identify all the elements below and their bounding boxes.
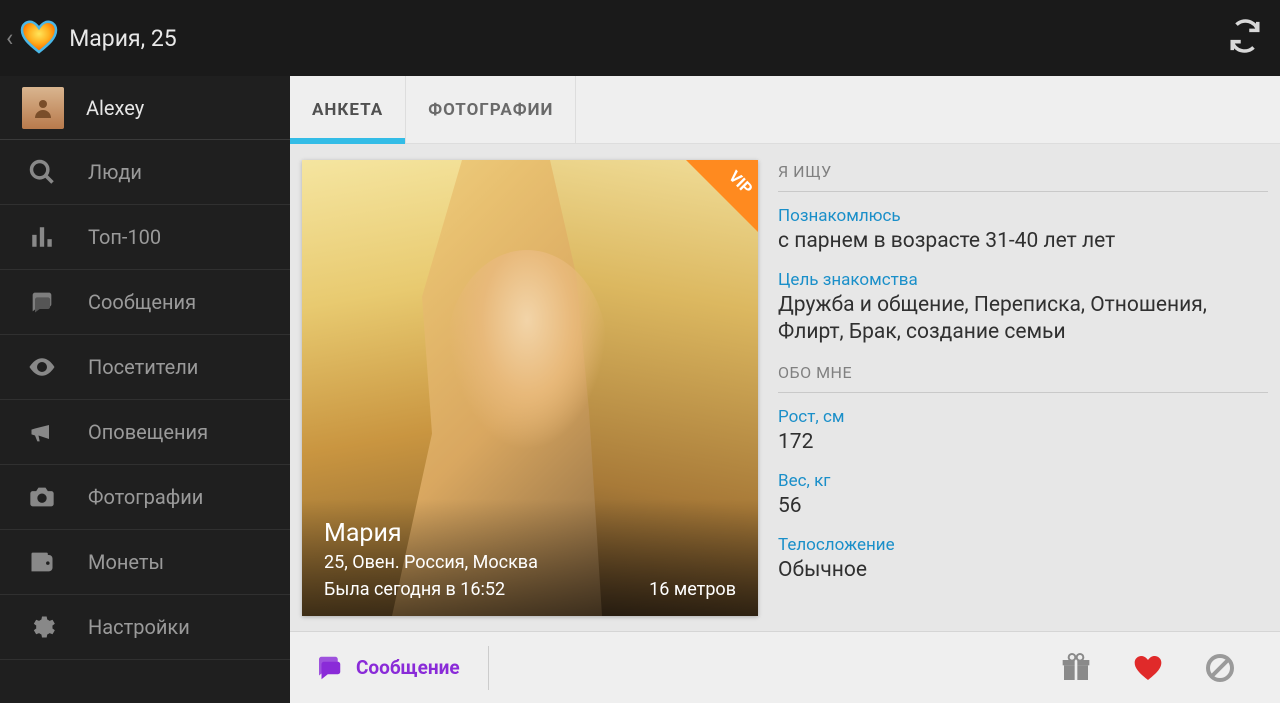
like-button[interactable] <box>1112 652 1184 684</box>
wallet-icon <box>24 544 60 580</box>
eye-icon <box>24 349 60 385</box>
message-button[interactable]: Сообщение <box>314 646 489 690</box>
sidebar-item-coins[interactable]: Монеты <box>0 530 290 595</box>
sidebar-item-label: Посетители <box>88 355 198 379</box>
field-label: Телосложение <box>778 535 1268 555</box>
megaphone-icon <box>24 414 60 450</box>
profile-photo[interactable]: VIP Мария 25, Овен. Россия, Москва Была … <box>302 160 758 616</box>
bottom-bar: Сообщение <box>290 631 1280 703</box>
chat-icon <box>24 284 60 320</box>
section-looking: Я ИЩУ <box>778 160 1268 191</box>
sidebar-item-label: Сообщения <box>88 290 196 314</box>
camera-icon <box>24 479 60 515</box>
tab-profile[interactable]: АНКЕТА <box>290 76 406 143</box>
sidebar-item-label: Люди <box>88 160 142 184</box>
tab-label: ФОТОГРАФИИ <box>428 100 553 120</box>
back-icon[interactable]: ‹ <box>6 24 13 52</box>
tab-photos[interactable]: ФОТОГРАФИИ <box>406 76 576 143</box>
avatar <box>22 87 64 129</box>
page-title: Мария, 25 <box>69 25 177 52</box>
field-value: с парнем в возрасте 31-40 лет лет <box>778 228 1268 254</box>
tab-label: АНКЕТА <box>312 100 383 120</box>
sidebar-item-settings[interactable]: Настройки <box>0 595 290 660</box>
last-seen: Была сегодня в 16:52 <box>324 579 505 600</box>
block-button[interactable] <box>1184 652 1256 684</box>
app-header: ‹ Мария, 25 <box>0 0 1280 76</box>
message-label: Сообщение <box>356 656 460 679</box>
sidebar-item-label: Оповещения <box>88 420 208 444</box>
bars-icon <box>24 219 60 255</box>
field-label: Познакомлюсь <box>778 206 1268 226</box>
section-about: ОБО МНЕ <box>778 361 1268 392</box>
sidebar: Alexey Люди Топ-100 Сообщения Посетители <box>0 76 290 703</box>
gear-icon <box>24 609 60 645</box>
sidebar-item-notifications[interactable]: Оповещения <box>0 400 290 465</box>
field-value: 56 <box>778 493 1268 519</box>
search-icon <box>24 154 60 190</box>
photo-overlay: Мария 25, Овен. Россия, Москва Была сего… <box>302 499 758 616</box>
field-value: Дружба и общение, Переписка, Отношения, … <box>778 292 1268 345</box>
profile-name: Мария <box>324 519 736 548</box>
sidebar-item-people[interactable]: Люди <box>0 140 290 205</box>
field-value: Обычное <box>778 557 1268 583</box>
profile-details: 25, Овен. Россия, Москва <box>324 552 736 573</box>
tabs: АНКЕТА ФОТОГРАФИИ <box>290 76 1280 144</box>
sidebar-item-label: Монеты <box>88 550 164 574</box>
sidebar-item-label: Настройки <box>88 615 190 639</box>
main-content: АНКЕТА ФОТОГРАФИИ VIP Мария 25, Овен. Ро… <box>290 76 1280 703</box>
sidebar-user-name: Alexey <box>86 96 144 120</box>
sidebar-item-visitors[interactable]: Посетители <box>0 335 290 400</box>
refresh-icon[interactable] <box>1228 19 1262 57</box>
field-label: Рост, см <box>778 407 1268 427</box>
profile-info: Я ИЩУ Познакомлюсь с парнем в возрасте 3… <box>778 160 1268 619</box>
app-logo-icon[interactable] <box>15 14 63 62</box>
sidebar-item-top100[interactable]: Топ-100 <box>0 205 290 270</box>
sidebar-item-label: Фотографии <box>88 485 203 509</box>
field-label: Вес, кг <box>778 471 1268 491</box>
vip-badge <box>686 160 758 232</box>
distance: 16 метров <box>649 579 736 600</box>
field-label: Цель знакомства <box>778 270 1268 290</box>
sidebar-item-messages[interactable]: Сообщения <box>0 270 290 335</box>
sidebar-item-photos[interactable]: Фотографии <box>0 465 290 530</box>
field-value: 172 <box>778 429 1268 455</box>
gift-button[interactable] <box>1040 652 1112 684</box>
sidebar-item-label: Топ-100 <box>88 225 161 249</box>
sidebar-user[interactable]: Alexey <box>0 76 290 140</box>
